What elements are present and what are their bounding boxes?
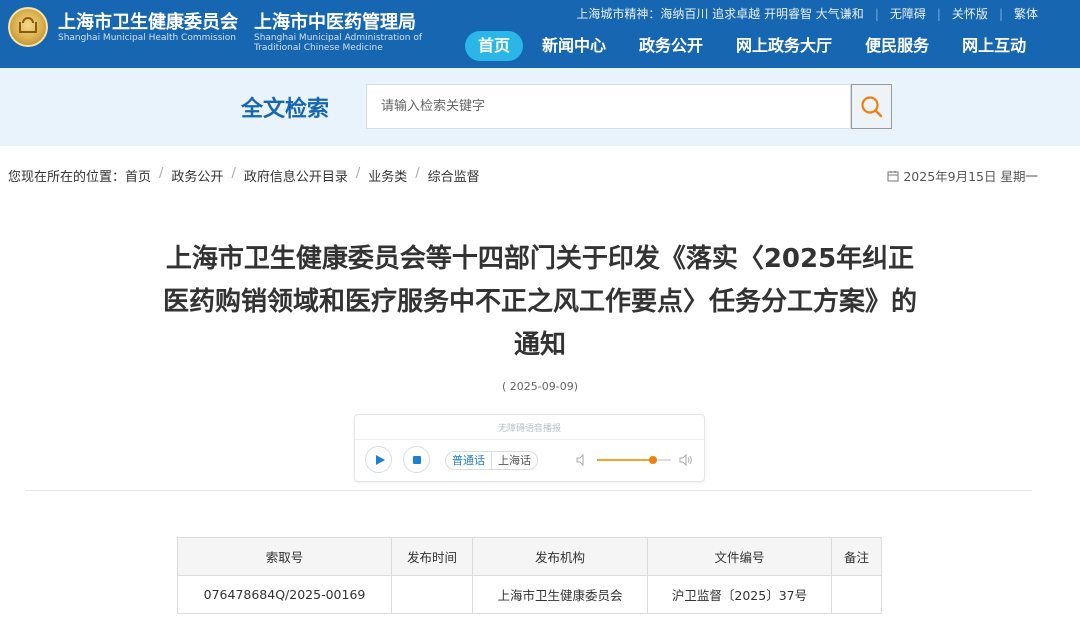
- cell-document-number: 沪卫监督〔2025〕37号: [647, 575, 832, 614]
- table-header-row: 索取号 发布时间 发布机构 文件编号 备注: [177, 537, 882, 576]
- dialect-mandarin[interactable]: 普通话: [446, 452, 491, 469]
- header-publisher: 发布机构: [472, 537, 648, 576]
- article-title-line1: 上海市卫生健康委员会等十四部门关于印发《落实〈2025年纠正: [165, 244, 915, 274]
- document-info-table: 索取号 发布时间 发布机构 文件编号 备注 076478684Q/2025-00…: [177, 537, 882, 614]
- main-nav: 首页 新闻中心 政务公开 网上政务大厅 便民服务 网上互动: [465, 31, 1026, 61]
- volume-slider-handle[interactable]: [648, 456, 657, 464]
- search-input[interactable]: [366, 84, 851, 129]
- city-slogan: 上海城市精神：海纳百川 追求卓越 开明睿智 大气谦和: [576, 7, 864, 21]
- traditional-chinese-link[interactable]: 繁体: [1014, 5, 1038, 22]
- player-caption: 无障碍语音播报: [497, 424, 561, 434]
- current-date-text: 2025年9月15日 星期一: [903, 169, 1038, 184]
- table-row: 076478684Q/2025-00169 上海市卫生健康委员会 沪卫监督〔20…: [177, 575, 882, 614]
- accessibility-link[interactable]: 无障碍: [890, 5, 926, 22]
- breadcrumb-business-category[interactable]: 业务类: [368, 166, 407, 185]
- top-utility-bar: 上海城市精神：海纳百川 追求卓越 开明睿智 大气谦和 | 无障碍 | 关怀版 |…: [576, 5, 1038, 22]
- org-name-health-commission[interactable]: 上海市卫生健康委员会: [58, 8, 238, 34]
- breadcrumb-government-affairs[interactable]: 政务公开: [171, 166, 223, 185]
- org-name-health-commission-en: Shanghai Municipal Health Commission: [58, 33, 236, 43]
- org-name-tcm-administration[interactable]: 上海市中医药管理局: [254, 8, 416, 34]
- dialect-switch: 普通话 上海话: [445, 451, 538, 470]
- audio-player: 无障碍语音播报 普通话 上海话: [354, 414, 705, 482]
- nav-news-center[interactable]: 新闻中心: [542, 31, 606, 61]
- elderly-mode-link[interactable]: 关怀版: [952, 5, 988, 22]
- cell-publisher: 上海市卫生健康委员会: [472, 575, 648, 614]
- breadcrumb-info-catalog[interactable]: 政府信息公开目录: [244, 166, 348, 185]
- play-button[interactable]: [365, 446, 392, 473]
- stop-icon: [413, 456, 421, 464]
- cell-publish-time: [391, 575, 473, 614]
- cell-index-number: 076478684Q/2025-00169: [177, 575, 392, 614]
- article-title: 上海市卫生健康委员会等十四部门关于印发《落实〈2025年纠正 医药购销领域和医疗…: [110, 238, 970, 367]
- search-band: 全文检索: [0, 68, 1080, 146]
- dialect-shanghainese[interactable]: 上海话: [491, 452, 537, 469]
- breadcrumb: 您现在所在的位置： 首页 / 政务公开 / 政府信息公开目录 / 业务类 / 综…: [8, 166, 480, 185]
- play-icon: [376, 455, 385, 465]
- search-button[interactable]: [851, 84, 892, 129]
- nav-home[interactable]: 首页: [465, 31, 524, 61]
- nav-public-services[interactable]: 便民服务: [865, 31, 929, 61]
- nav-online-interaction[interactable]: 网上互动: [962, 31, 1026, 61]
- nav-online-service-hall[interactable]: 网上政务大厅: [736, 31, 832, 61]
- breadcrumb-comprehensive-supervision[interactable]: 综合监督: [428, 166, 480, 185]
- org-name-tcm-en-line2: Traditional Chinese Medicine: [254, 43, 383, 53]
- search-icon: [861, 96, 883, 118]
- calendar-icon: [887, 170, 899, 181]
- stop-button[interactable]: [403, 446, 430, 473]
- breadcrumb-prefix: 您现在所在的位置：: [8, 170, 126, 185]
- article-title-line3: 通知: [513, 330, 566, 360]
- header-document-number: 文件编号: [647, 537, 832, 576]
- article-title-line2: 医药购销领域和医疗服务中不正之风工作要点〉任务分工方案》的: [162, 287, 917, 317]
- content-divider: [25, 490, 1032, 491]
- publish-date: ( 2025-09-09): [501, 380, 578, 393]
- header-publish-time: 发布时间: [391, 537, 473, 576]
- logo-emblem-icon[interactable]: [8, 7, 48, 47]
- volume-up-icon[interactable]: [678, 453, 694, 467]
- search-title: 全文检索: [241, 97, 330, 122]
- header-remarks: 备注: [831, 537, 882, 576]
- site-header: 上海市卫生健康委员会 Shanghai Municipal Health Com…: [0, 0, 1080, 68]
- volume-slider[interactable]: [597, 456, 671, 464]
- breadcrumb-home[interactable]: 首页: [125, 166, 151, 185]
- header-index-number: 索取号: [177, 537, 392, 576]
- volume-down-icon[interactable]: [575, 453, 589, 467]
- nav-government-affairs[interactable]: 政务公开: [639, 31, 703, 61]
- cell-remarks: [831, 575, 882, 614]
- current-date: 2025年9月15日 星期一: [887, 166, 1038, 185]
